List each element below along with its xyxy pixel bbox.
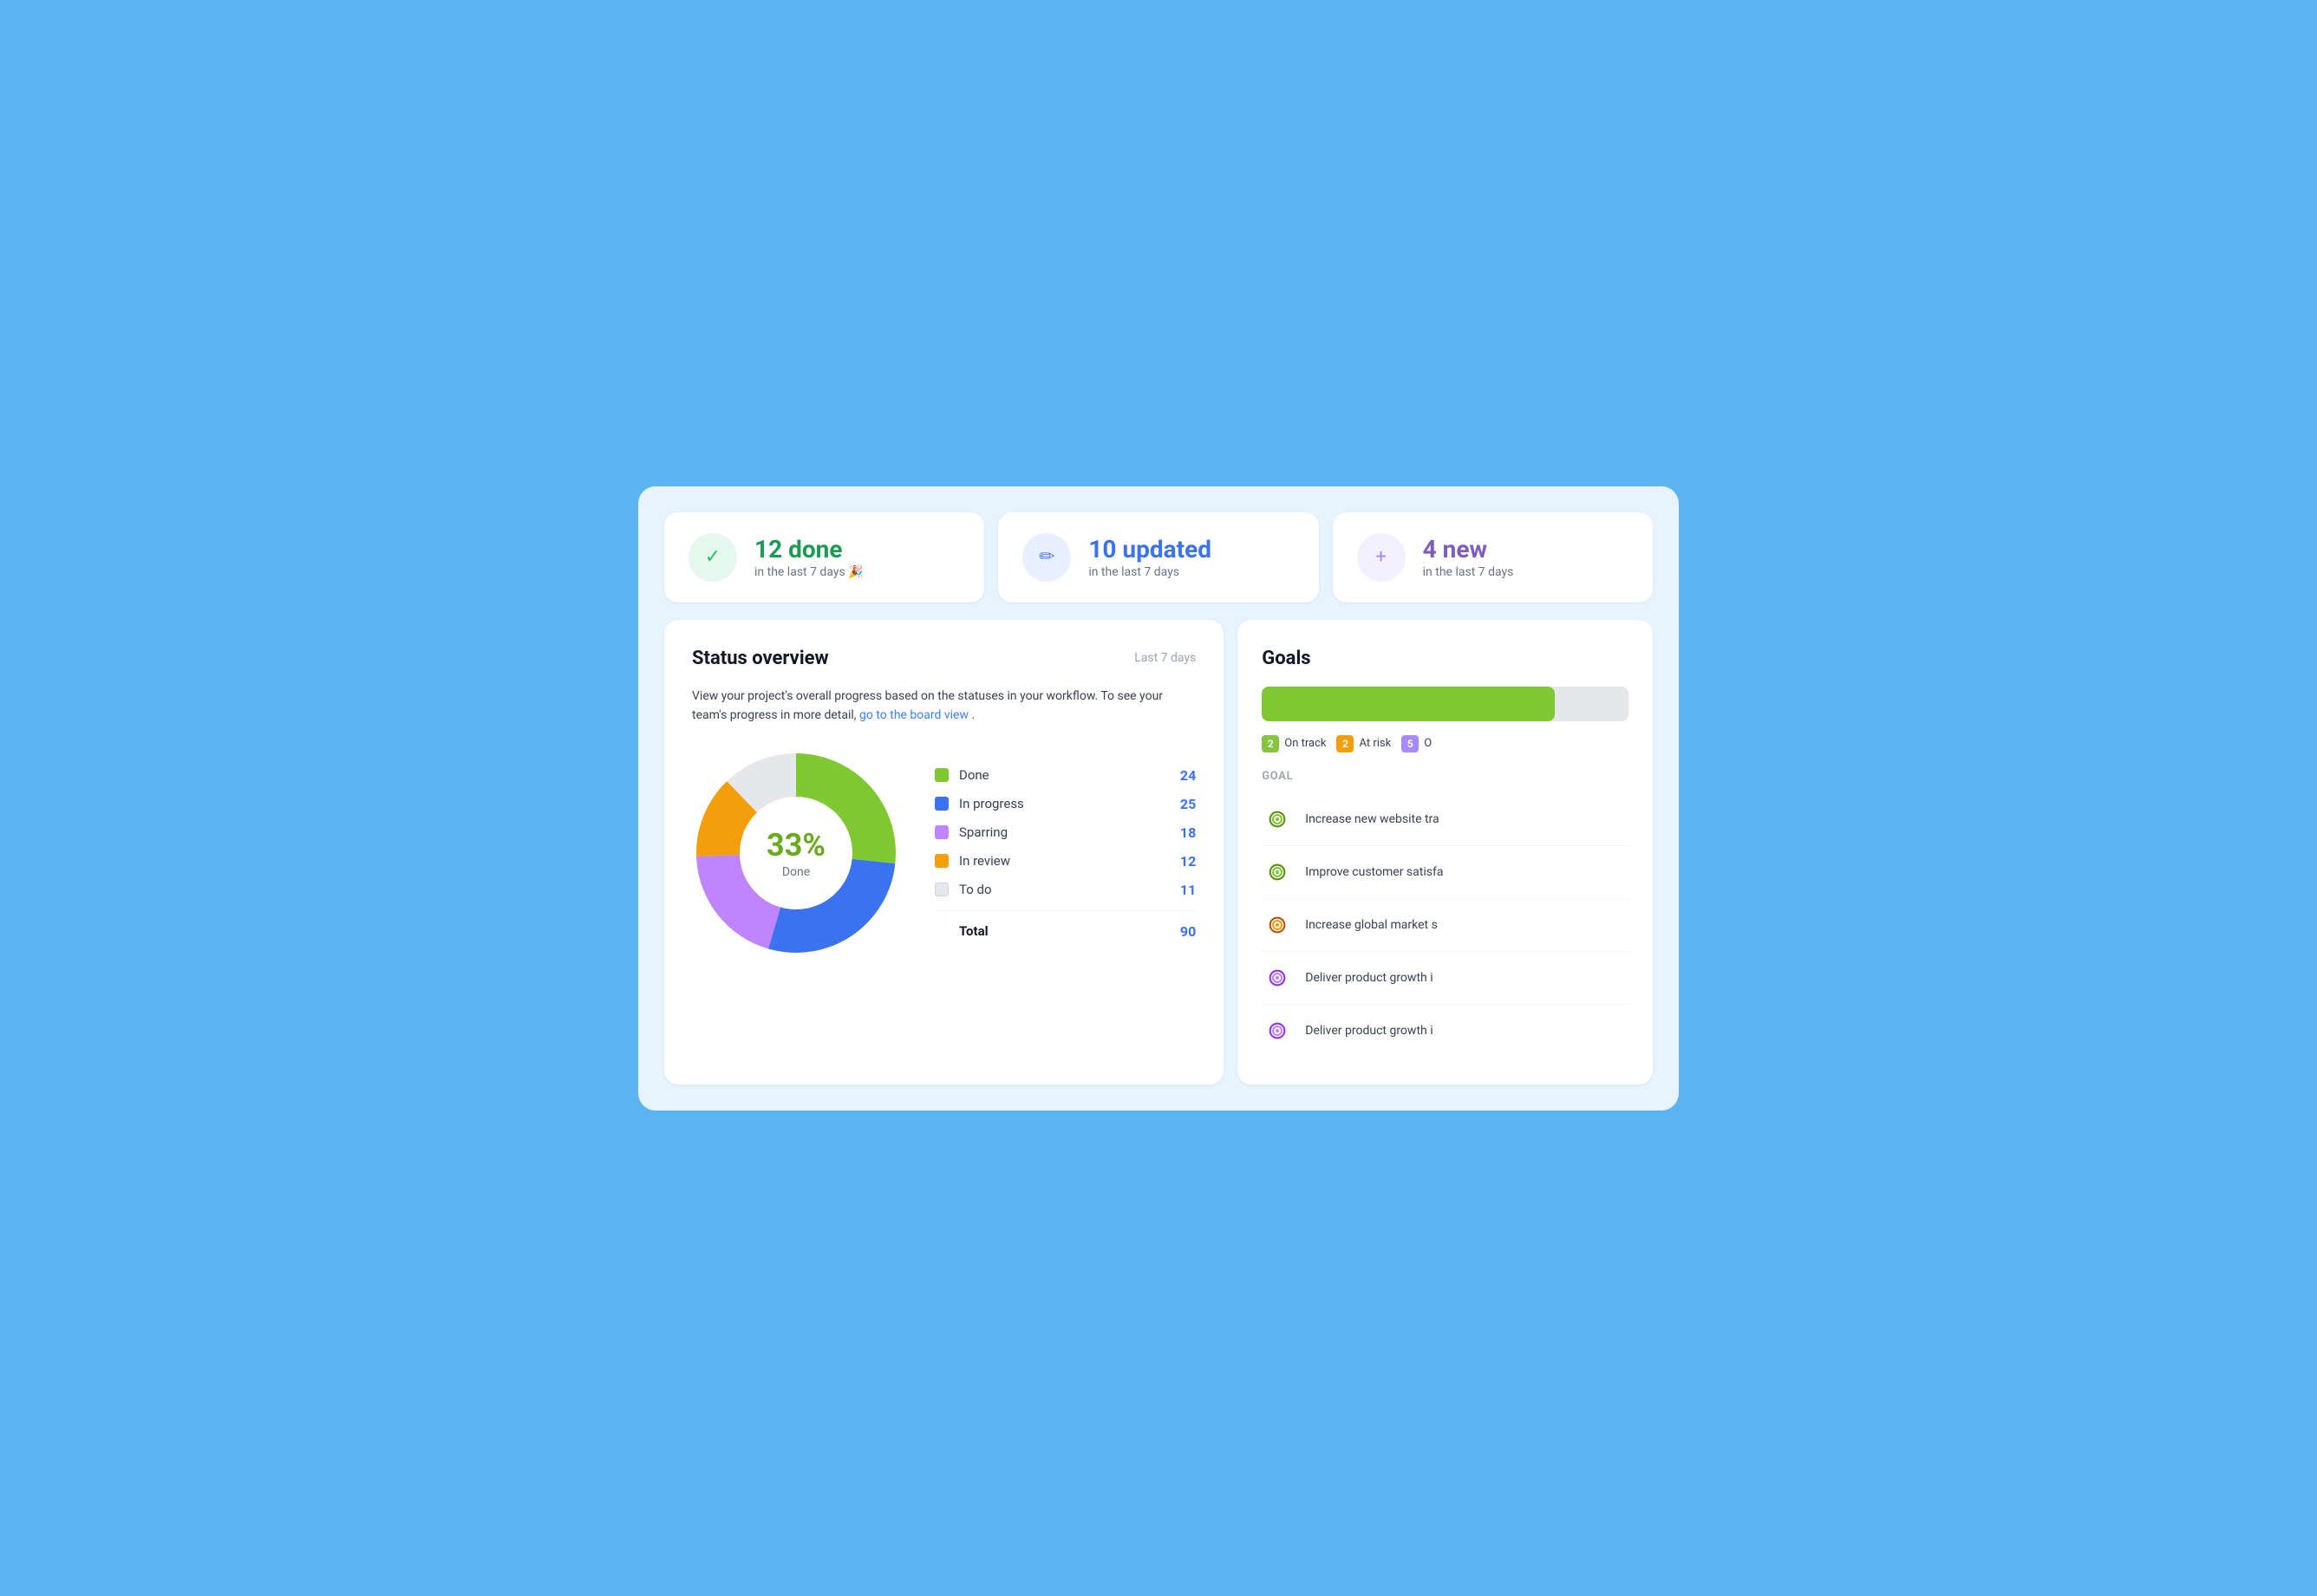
legend-total-name: Total: [959, 923, 1180, 939]
target-icon-2: [1269, 863, 1286, 881]
legend-item-review: In review 12: [935, 853, 1196, 870]
chip-badge-off-track: 5: [1401, 735, 1419, 752]
legend-name-review: In review: [959, 853, 1180, 869]
legend-name-todo: To do: [959, 882, 1180, 897]
target-icon-3: [1269, 916, 1286, 934]
progress-bar-fill: [1262, 687, 1555, 721]
goal-name-1: Increase new website tra: [1305, 812, 1439, 826]
goal-icon-4: [1262, 962, 1293, 993]
status-period: Last 7 days: [1134, 651, 1196, 665]
stat-card-new: + 4 new in the last 7 days: [1333, 512, 1653, 603]
target-icon-1: [1269, 811, 1286, 828]
legend-value-review: 12: [1180, 853, 1196, 870]
chip-off-track[interactable]: 5 O: [1401, 735, 1432, 752]
stat-card-done: ✓ 12 done in the last 7 days 🎉: [664, 512, 984, 603]
target-icon-4: [1269, 969, 1286, 987]
legend-total-value: 90: [1180, 923, 1196, 940]
goal-icon-5: [1262, 1015, 1293, 1046]
stat-card-updated: ✏ 10 updated in the last 7 days: [998, 512, 1318, 603]
goal-icon-1: [1262, 804, 1293, 835]
legend-dot-todo: [935, 883, 949, 896]
done-label: in the last 7 days 🎉: [754, 565, 864, 579]
new-icon: +: [1357, 533, 1406, 582]
filter-chips: 2 On track 2 At risk 5 O: [1262, 735, 1628, 752]
legend-name-inprogress: In progress: [959, 796, 1180, 811]
chip-at-risk[interactable]: 2 At risk: [1336, 735, 1391, 752]
legend-value-todo: 11: [1180, 882, 1196, 898]
chip-badge-at-risk: 2: [1336, 735, 1354, 752]
goal-item-1[interactable]: Increase new website tra: [1262, 793, 1628, 846]
goal-name-3: Increase global market s: [1305, 918, 1438, 932]
goal-name-2: Improve customer satisfa: [1305, 865, 1443, 879]
status-title: Status overview: [692, 648, 829, 669]
updated-label: in the last 7 days: [1088, 565, 1211, 579]
goals-progress-bar: [1262, 687, 1628, 721]
chip-on-track[interactable]: 2 On track: [1262, 735, 1326, 752]
new-label: in the last 7 days: [1423, 565, 1514, 579]
done-number: 12 done: [754, 535, 864, 563]
updated-info: 10 updated in the last 7 days: [1088, 535, 1211, 579]
donut-chart: 33% Done: [692, 749, 900, 957]
description-text-2: .: [971, 708, 975, 722]
goal-name-5: Deliver product growth i: [1305, 1024, 1433, 1038]
legend-item-inprogress: In progress 25: [935, 796, 1196, 812]
target-icon-5: [1269, 1022, 1286, 1039]
status-card-header: Status overview Last 7 days: [692, 648, 1196, 669]
goal-name-4: Deliver product growth i: [1305, 971, 1433, 985]
done-icon: ✓: [689, 533, 737, 582]
goals-column-header: Goal: [1262, 770, 1628, 783]
legend-dot-review: [935, 854, 949, 868]
updated-icon: ✏: [1022, 533, 1071, 582]
bottom-row: Status overview Last 7 days View your pr…: [664, 620, 1653, 1085]
legend-name-sparring: Sparring: [959, 824, 1180, 840]
legend-item-todo: To do 11: [935, 882, 1196, 898]
legend-value-sparring: 18: [1180, 824, 1196, 841]
done-info: 12 done in the last 7 days 🎉: [754, 535, 864, 579]
chart-area: 33% Done Done 24 In progress 25: [692, 749, 1196, 957]
goals-title: Goals: [1262, 648, 1628, 669]
updated-number: 10 updated: [1088, 535, 1211, 563]
legend-value-inprogress: 25: [1180, 796, 1196, 812]
main-container: ✓ 12 done in the last 7 days 🎉 ✏ 10 upda…: [638, 486, 1679, 1111]
donut-label: Done: [767, 865, 826, 879]
goal-item-4[interactable]: Deliver product growth i: [1262, 952, 1628, 1005]
donut-center: 33% Done: [767, 827, 826, 879]
chip-badge-on-track: 2: [1262, 735, 1279, 752]
legend-item-sparring: Sparring 18: [935, 824, 1196, 841]
legend-dot-inprogress: [935, 797, 949, 811]
goal-icon-2: [1262, 857, 1293, 888]
goal-item-5[interactable]: Deliver product growth i: [1262, 1005, 1628, 1057]
donut-percent: 33%: [767, 827, 826, 863]
goal-icon-3: [1262, 909, 1293, 941]
legend: Done 24 In progress 25 Sparring 18: [935, 767, 1196, 940]
new-info: 4 new in the last 7 days: [1423, 535, 1514, 579]
stats-row: ✓ 12 done in the last 7 days 🎉 ✏ 10 upda…: [664, 512, 1653, 603]
goal-item-3[interactable]: Increase global market s: [1262, 899, 1628, 952]
board-view-link[interactable]: go to the board view: [859, 708, 969, 722]
chip-label-off-track: O: [1424, 737, 1432, 750]
legend-item-done: Done 24: [935, 767, 1196, 784]
chip-label-at-risk: At risk: [1359, 737, 1391, 750]
legend-dot-sparring: [935, 825, 949, 839]
goal-item-2[interactable]: Improve customer satisfa: [1262, 846, 1628, 899]
status-overview-card: Status overview Last 7 days View your pr…: [664, 620, 1224, 1085]
legend-value-done: 24: [1180, 767, 1196, 784]
legend-total-row: Total 90: [935, 910, 1196, 940]
chip-label-on-track: On track: [1284, 737, 1326, 750]
legend-dot-done: [935, 768, 949, 782]
goals-card: Goals 2 On track 2 At risk 5 O: [1237, 620, 1653, 1085]
legend-name-done: Done: [959, 767, 1180, 783]
status-description: View your project's overall progress bas…: [692, 687, 1196, 726]
new-number: 4 new: [1423, 535, 1514, 563]
